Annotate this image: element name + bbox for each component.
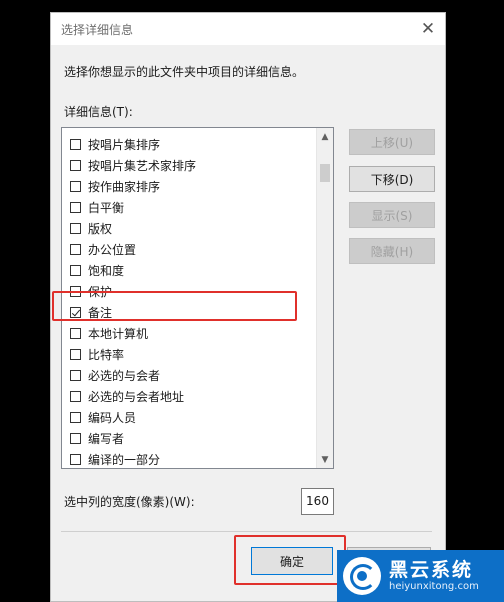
- list-item-label: 保护: [88, 285, 113, 299]
- list-item-label: 白平衡: [88, 201, 125, 215]
- dialog-title: 选择详细信息: [61, 23, 134, 37]
- list-item-label: 按唱片集排序: [88, 138, 161, 152]
- list-item-label: 按唱片集艺术家排序: [88, 159, 197, 173]
- move-up-button[interactable]: 上移(U): [349, 129, 435, 155]
- list-item[interactable]: 必选的与会者: [62, 365, 316, 386]
- checkbox[interactable]: [70, 328, 81, 339]
- hide-button[interactable]: 隐藏(H): [349, 238, 435, 264]
- list-item[interactable]: 按唱片集艺术家排序: [62, 155, 316, 176]
- checkbox[interactable]: [70, 139, 81, 150]
- checkbox[interactable]: [70, 202, 81, 213]
- column-width-input[interactable]: 160: [301, 488, 334, 515]
- checkbox[interactable]: [70, 223, 81, 234]
- scroll-down-button[interactable]: ▼: [317, 451, 333, 468]
- list-item-label: 办公位置: [88, 243, 137, 257]
- checkbox-checked[interactable]: [70, 307, 81, 318]
- list-item[interactable]: 保护: [62, 281, 316, 302]
- list-item[interactable]: 必选的与会者地址: [62, 386, 316, 407]
- checkbox[interactable]: [70, 160, 81, 171]
- list-item-label: 编码人员: [88, 411, 137, 425]
- checkbox[interactable]: [70, 412, 81, 423]
- checkbox[interactable]: [70, 181, 81, 192]
- checkbox[interactable]: [70, 286, 81, 297]
- checkbox[interactable]: [70, 391, 81, 402]
- list-item-label: 比特率: [88, 348, 125, 362]
- move-down-button[interactable]: 下移(D): [349, 166, 435, 192]
- footer-divider: [61, 531, 432, 532]
- list-item-label: 按作曲家排序: [88, 180, 161, 194]
- checkbox[interactable]: [70, 265, 81, 276]
- list-item[interactable]: 白平衡: [62, 197, 316, 218]
- list-item[interactable]: 按作曲家排序: [62, 176, 316, 197]
- ok-button[interactable]: 确定: [251, 547, 333, 575]
- show-button[interactable]: 显示(S): [349, 202, 435, 228]
- details-label: 详细信息(T):: [64, 105, 133, 119]
- list-item[interactable]: 饱和度: [62, 260, 316, 281]
- details-list: 按唱片集排序按唱片集艺术家排序 按作曲家排序 白平衡版权办公位置饱和度保护备注本地计…: [62, 134, 316, 468]
- watermark-text: 黑云系统 heiyunxitong.com: [389, 559, 479, 593]
- list-item-label: 编译的一部分: [88, 453, 161, 467]
- close-icon: ✕: [420, 19, 436, 39]
- checkbox[interactable]: [70, 244, 81, 255]
- list-scrollbar[interactable]: ▲ ▼: [316, 128, 333, 468]
- list-item-label: 编写者: [88, 432, 125, 446]
- list-item-label: 必选的与会者: [88, 369, 161, 383]
- list-item-label: 本地计算机: [88, 327, 149, 341]
- list-item-label: 备注: [88, 306, 113, 320]
- list-item-label: 饱和度: [88, 264, 125, 278]
- scroll-up-button[interactable]: ▲: [317, 128, 333, 145]
- list-item[interactable]: 备注: [62, 302, 316, 323]
- instruction-text: 选择你想显示的此文件夹中项目的详细信息。: [64, 65, 305, 79]
- choose-details-dialog: 选择详细信息 ✕ 选择你想显示的此文件夹中项目的详细信息。 详细信息(T): 按…: [50, 12, 446, 602]
- list-item-label: 版权: [88, 222, 113, 236]
- list-item[interactable]: 办公位置: [62, 239, 316, 260]
- checkbox[interactable]: [70, 454, 81, 465]
- close-button[interactable]: ✕: [411, 13, 445, 45]
- scroll-thumb[interactable]: [320, 164, 330, 182]
- list-item[interactable]: 本地计算机: [62, 323, 316, 344]
- list-item[interactable]: 编写者: [62, 428, 316, 449]
- chevron-up-icon: ▲: [321, 131, 329, 142]
- title-bar: 选择详细信息 ✕: [51, 13, 445, 45]
- list-item-label: 必选的与会者地址: [88, 390, 185, 404]
- checkbox[interactable]: [70, 370, 81, 381]
- list-item[interactable]: 编码人员: [62, 407, 316, 428]
- list-item[interactable]: 编译的一部分: [62, 449, 316, 468]
- list-item[interactable]: 按唱片集排序: [62, 134, 316, 155]
- column-width-label: 选中列的宽度(像素)(W):: [64, 495, 195, 509]
- checkbox[interactable]: [70, 433, 81, 444]
- watermark-url: heiyunxitong.com: [389, 581, 479, 592]
- watermark-name: 黑云系统: [389, 559, 474, 581]
- details-listbox[interactable]: 按唱片集排序按唱片集艺术家排序 按作曲家排序 白平衡版权办公位置饱和度保护备注本地计…: [61, 127, 334, 469]
- chevron-down-icon: ▼: [321, 454, 329, 465]
- cloud-logo-icon: [343, 557, 381, 595]
- watermark-badge: 黑云系统 heiyunxitong.com: [337, 550, 504, 602]
- list-item[interactable]: 比特率: [62, 344, 316, 365]
- checkbox[interactable]: [70, 349, 81, 360]
- list-item[interactable]: 版权: [62, 218, 316, 239]
